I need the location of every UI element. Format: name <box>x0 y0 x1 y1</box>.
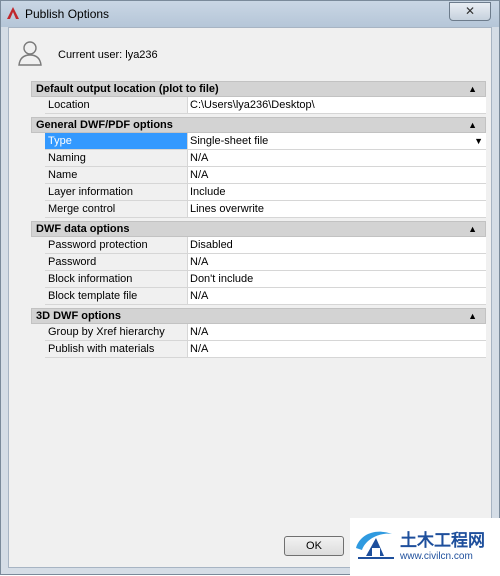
property-label: Publish with materials <box>45 341 188 358</box>
property-row-layer-information[interactable]: Layer information Include <box>45 184 486 201</box>
property-label: Location <box>45 97 188 114</box>
collapse-arrow-icon[interactable]: ▲ <box>468 118 477 132</box>
property-label: Password protection <box>45 237 188 254</box>
password-value[interactable]: N/A <box>188 254 486 271</box>
category-title: DWF data options <box>36 223 130 235</box>
property-label: Naming <box>45 150 188 167</box>
property-row-password[interactable]: Password N/A <box>45 254 486 271</box>
watermark: 土木工程网 www.civilcn.com <box>350 518 500 576</box>
type-select-value: Single-sheet file <box>190 135 269 147</box>
property-row-block-information[interactable]: Block information Don't include <box>45 271 486 288</box>
password-protection-value[interactable]: Disabled <box>188 237 486 254</box>
collapse-arrow-icon[interactable]: ▲ <box>468 222 477 236</box>
property-row-publish-with-materials[interactable]: Publish with materials N/A <box>45 341 486 358</box>
category-default-output-location[interactable]: Default output location (plot to file) ▲ <box>31 81 486 97</box>
property-row-block-template-file[interactable]: Block template file N/A <box>45 288 486 305</box>
property-label: Type <box>45 133 188 150</box>
layer-information-value[interactable]: Include <box>188 184 486 201</box>
name-value[interactable]: N/A <box>188 167 486 184</box>
property-label: Block information <box>45 271 188 288</box>
dialog-body: Current user: lya236 Default output loca… <box>8 27 492 568</box>
category-title: 3D DWF options <box>36 310 121 322</box>
merge-control-value[interactable]: Lines overwrite <box>188 201 486 218</box>
title-bar: Publish Options ✕ <box>1 1 499 27</box>
civilcn-logo-icon <box>356 531 394 559</box>
autocad-icon <box>7 7 19 19</box>
property-label: Group by Xref hierarchy <box>45 324 188 341</box>
watermark-url: www.civilcn.com <box>400 551 473 562</box>
category-3d-dwf-options[interactable]: 3D DWF options ▲ <box>31 308 486 324</box>
property-label: Password <box>45 254 188 271</box>
category-title: Default output location (plot to file) <box>36 83 219 95</box>
property-label: Merge control <box>45 201 188 218</box>
block-template-file-value[interactable]: N/A <box>188 288 486 305</box>
window-title: Publish Options <box>25 7 110 21</box>
property-row-type[interactable]: Type Single-sheet file ▼ <box>45 133 486 150</box>
location-value[interactable]: C:\Users\lya236\Desktop\ <box>188 97 486 114</box>
current-user-label: Current user: lya236 <box>58 49 158 61</box>
property-row-password-protection[interactable]: Password protection Disabled <box>45 237 486 254</box>
category-dwf-data-options[interactable]: DWF data options ▲ <box>31 221 486 237</box>
property-row-location[interactable]: Location C:\Users\lya236\Desktop\ <box>45 97 486 114</box>
category-general-dwf-pdf-options[interactable]: General DWF/PDF options ▲ <box>31 117 486 133</box>
property-row-merge-control[interactable]: Merge control Lines overwrite <box>45 201 486 218</box>
property-row-naming[interactable]: Naming N/A <box>45 150 486 167</box>
ok-button[interactable]: OK <box>284 536 344 556</box>
dropdown-arrow-icon[interactable]: ▼ <box>474 133 483 149</box>
publish-with-materials-value[interactable]: N/A <box>188 341 486 358</box>
category-title: General DWF/PDF options <box>36 119 173 131</box>
naming-value[interactable]: N/A <box>188 150 486 167</box>
user-icon <box>18 41 42 66</box>
property-label: Layer information <box>45 184 188 201</box>
collapse-arrow-icon[interactable]: ▲ <box>468 82 477 96</box>
property-row-name[interactable]: Name N/A <box>45 167 486 184</box>
type-select[interactable]: Single-sheet file ▼ <box>188 133 486 150</box>
watermark-title: 土木工程网 <box>400 531 485 550</box>
close-button[interactable]: ✕ <box>449 2 491 21</box>
publish-options-dialog: Publish Options ✕ Current user: lya236 D… <box>0 0 500 576</box>
block-information-value[interactable]: Don't include <box>188 271 486 288</box>
collapse-arrow-icon[interactable]: ▲ <box>468 309 477 323</box>
property-label: Block template file <box>45 288 188 305</box>
properties-grid: Default output location (plot to file) ▲… <box>31 81 486 358</box>
property-label: Name <box>45 167 188 184</box>
property-row-group-by-xref-hierarchy[interactable]: Group by Xref hierarchy N/A <box>45 324 486 341</box>
group-by-xref-hierarchy-value[interactable]: N/A <box>188 324 486 341</box>
